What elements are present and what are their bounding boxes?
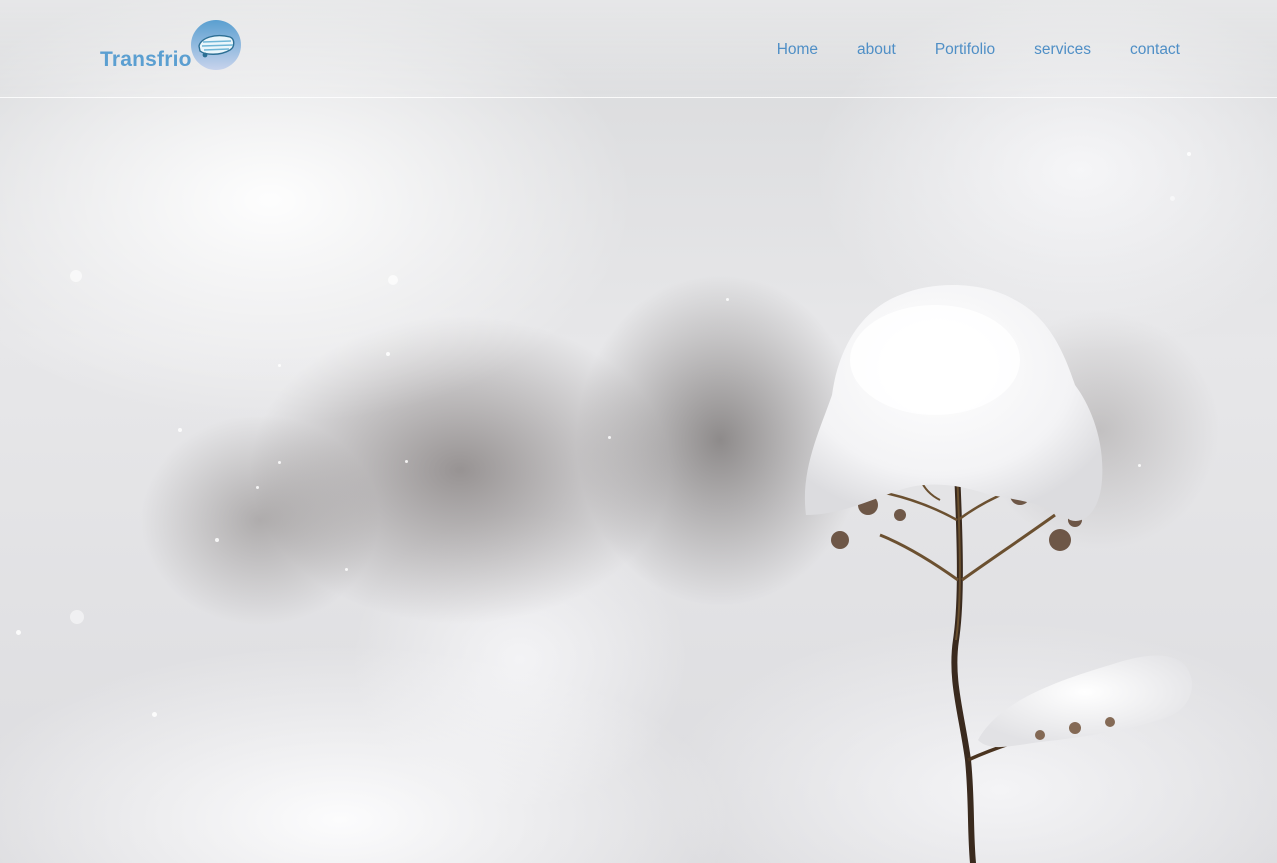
brand-logo-link[interactable]: Transfrio [100, 18, 250, 74]
snow-covered-plant [804, 284, 1193, 863]
nav-link-home[interactable]: Home [777, 39, 818, 61]
transfrio-logo-badge-icon [191, 20, 241, 70]
main-navigation: Home about Portifolio services contact [777, 39, 1180, 61]
nav-link-portfolio[interactable]: Portifolio [935, 39, 995, 61]
brand-name: Transfrio [100, 48, 192, 71]
nav-link-about[interactable]: about [857, 39, 896, 61]
page: Transfrio Home about Portifolio services… [0, 0, 1277, 863]
site-header: Transfrio Home about Portifolio services… [0, 0, 1277, 98]
nav-link-services[interactable]: services [1034, 39, 1091, 61]
nav-link-contact[interactable]: contact [1130, 39, 1180, 61]
